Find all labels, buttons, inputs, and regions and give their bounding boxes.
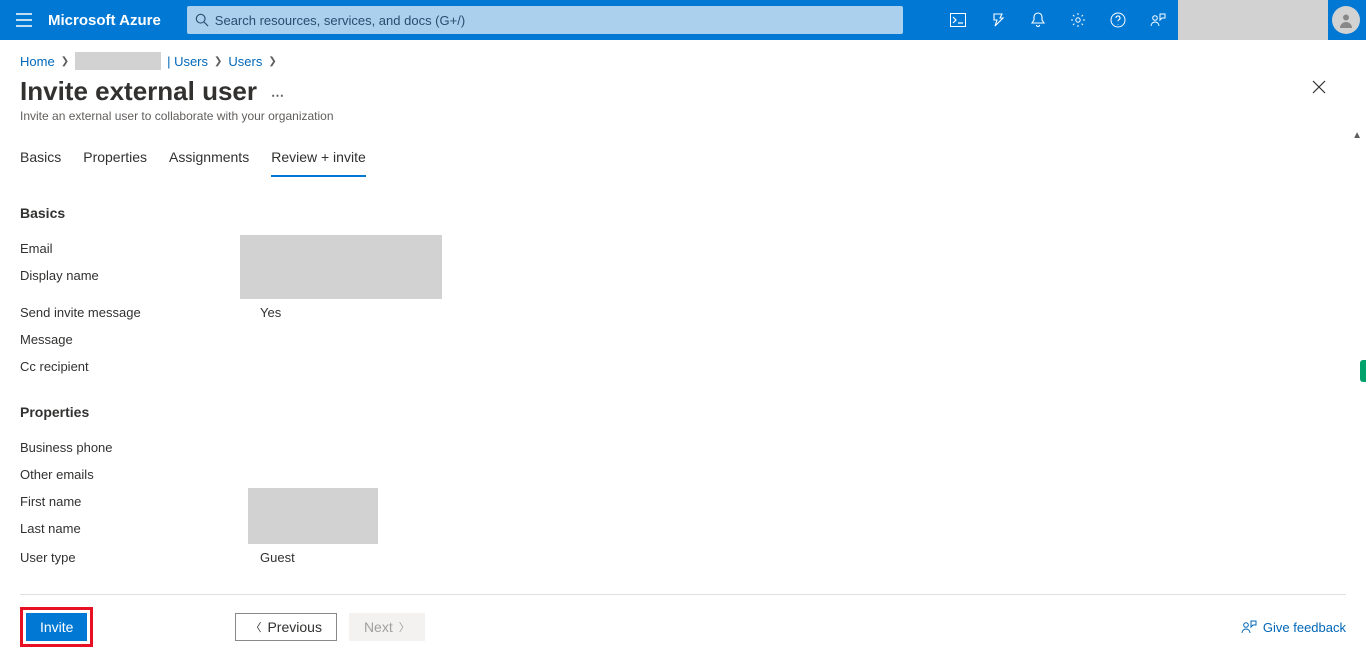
label-business-phone: Business phone [20, 440, 240, 455]
label-last-name: Last name [20, 521, 240, 536]
invite-highlight-box: Invite [20, 607, 93, 647]
breadcrumb: Home ❯ | Users ❯ Users ❯ [0, 40, 1366, 74]
brand-label[interactable]: Microsoft Azure [48, 12, 175, 29]
label-user-type: User type [20, 550, 240, 565]
previous-label: Previous [267, 619, 321, 635]
page-title: Invite external user [20, 76, 257, 107]
value-user-type: Guest [240, 550, 295, 565]
feedback-top-button[interactable] [1138, 0, 1178, 40]
notifications-button[interactable] [1018, 0, 1058, 40]
scroll-indicator [1360, 360, 1366, 382]
label-display-name: Display name [20, 268, 240, 283]
label-email: Email [20, 241, 240, 256]
tab-strip: Basics Properties Assignments Review + i… [0, 133, 1366, 177]
next-button: Next 〉 [349, 613, 425, 641]
breadcrumb-home[interactable]: Home [20, 54, 55, 69]
help-icon [1110, 12, 1126, 28]
chevron-right-icon: ❯ [214, 56, 222, 67]
account-avatar[interactable] [1332, 6, 1360, 34]
tab-assignments[interactable]: Assignments [169, 143, 249, 177]
title-bar: Invite external user ⋯ [0, 74, 1366, 107]
review-content: Basics Email Display name Send invite me… [0, 177, 1366, 597]
search-input[interactable] [215, 13, 895, 28]
tab-basics[interactable]: Basics [20, 143, 61, 177]
copilot-button[interactable] [978, 0, 1018, 40]
feedback-label: Give feedback [1263, 620, 1346, 635]
person-feedback-icon [1150, 12, 1166, 28]
close-button[interactable] [1312, 80, 1326, 94]
label-first-name: First name [20, 494, 240, 509]
hamburger-menu[interactable] [0, 0, 48, 40]
give-feedback-link[interactable]: Give feedback [1241, 619, 1346, 635]
bell-icon [1031, 12, 1045, 28]
chevron-right-icon: ❯ [61, 56, 69, 67]
cloud-shell-icon [950, 13, 966, 27]
label-cc-recipient: Cc recipient [20, 359, 240, 374]
label-other-emails: Other emails [20, 467, 240, 482]
breadcrumb-directory-redacted[interactable] [75, 52, 161, 70]
top-header: Microsoft Azure [0, 0, 1366, 40]
person-feedback-icon [1241, 619, 1257, 635]
value-firstname-lastname-redacted [248, 488, 378, 544]
top-icon-bar [938, 0, 1366, 40]
chevron-right-icon: 〉 [399, 619, 410, 635]
breadcrumb-users-suffix[interactable]: | Users [167, 54, 208, 69]
invite-button[interactable]: Invite [26, 613, 87, 641]
value-email-displayname-redacted [240, 235, 442, 299]
label-send-invite: Send invite message [20, 305, 240, 320]
tab-review-invite[interactable]: Review + invite [271, 143, 366, 177]
scroll-up-arrow-icon[interactable]: ▲ [1352, 130, 1362, 141]
section-basics-heading: Basics [20, 205, 1346, 221]
chevron-left-icon: 〈 [250, 619, 261, 635]
search-icon [195, 13, 209, 27]
close-icon [1312, 80, 1326, 94]
settings-button[interactable] [1058, 0, 1098, 40]
tab-properties[interactable]: Properties [83, 143, 147, 177]
help-button[interactable] [1098, 0, 1138, 40]
page-subtitle: Invite an external user to collaborate w… [0, 107, 1366, 133]
copilot-icon [990, 12, 1006, 28]
wizard-footer: Invite 〈 Previous Next 〉 Give feedback [20, 594, 1346, 647]
breadcrumb-users[interactable]: Users [228, 54, 262, 69]
avatar-icon [1337, 11, 1355, 29]
menu-icon [16, 13, 32, 27]
global-search[interactable] [187, 6, 903, 34]
gear-icon [1070, 12, 1086, 28]
chevron-right-icon: ❯ [268, 56, 276, 67]
value-send-invite: Yes [240, 305, 281, 320]
label-message: Message [20, 332, 240, 347]
cloud-shell-button[interactable] [938, 0, 978, 40]
section-properties-heading: Properties [20, 404, 1346, 420]
scrollbar[interactable]: ▲ [1350, 130, 1366, 657]
tenant-redacted[interactable] [1178, 0, 1328, 40]
more-actions-button[interactable]: ⋯ [271, 88, 285, 104]
next-label: Next [364, 619, 393, 635]
previous-button[interactable]: 〈 Previous [235, 613, 336, 641]
